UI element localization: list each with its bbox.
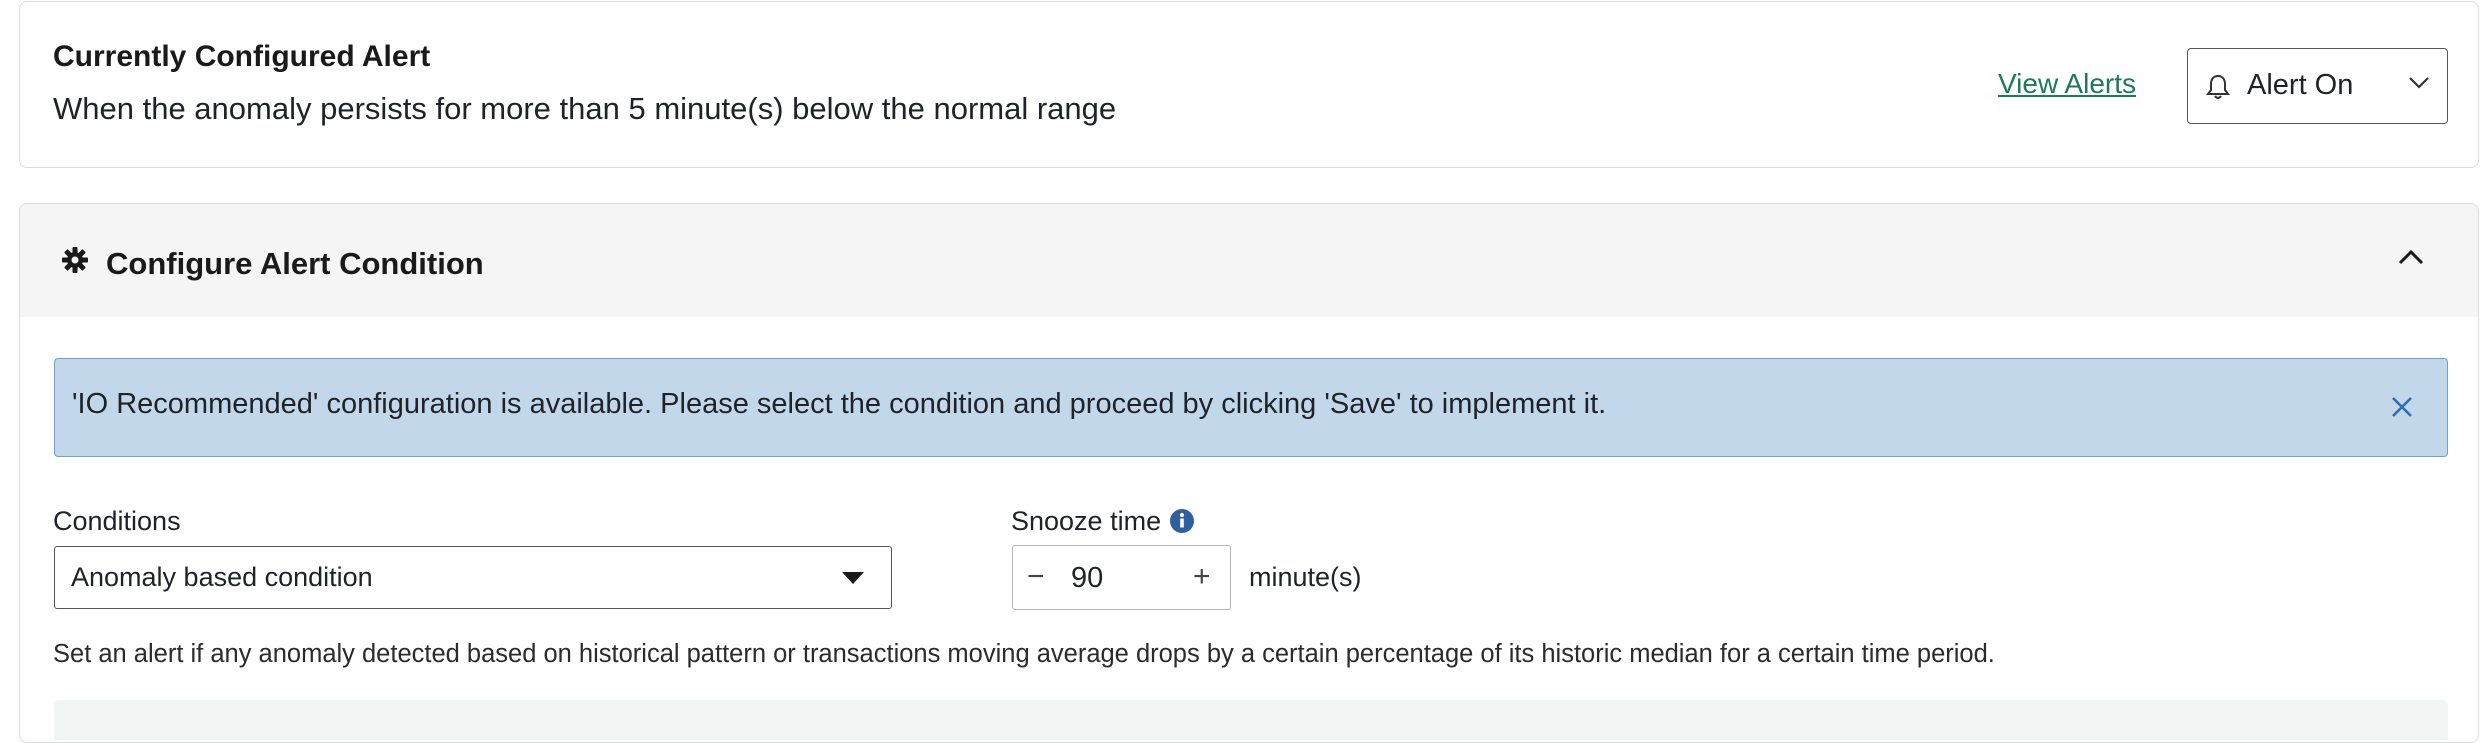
close-icon[interactable] — [2390, 395, 2414, 424]
conditions-selected-value: Anomaly based condition — [71, 562, 373, 592]
bell-icon — [2205, 73, 2231, 106]
recommendation-banner: 'IO Recommended' configuration is availa… — [54, 358, 2448, 457]
current-alert-description: When the anomaly persists for more than … — [53, 91, 1117, 126]
current-alert-title: Currently Configured Alert — [53, 40, 431, 73]
increment-button[interactable]: + — [1193, 560, 1211, 594]
alert-status-value: Alert On — [2247, 69, 2354, 101]
conditions-select[interactable]: Anomaly based condition — [54, 546, 892, 609]
condition-details-panel — [54, 700, 2448, 740]
caret-down-icon — [841, 571, 865, 590]
gear-icon — [61, 246, 89, 279]
chevron-down-icon — [2408, 76, 2430, 95]
alert-status-select[interactable]: Alert On — [2187, 48, 2448, 124]
info-icon[interactable] — [1169, 508, 1195, 539]
decrement-button[interactable]: − — [1027, 560, 1045, 594]
condition-helper-text: Set an alert if any anomaly detected bas… — [53, 640, 1995, 668]
configure-alert-header[interactable]: Configure Alert Condition — [20, 204, 2478, 317]
configure-alert-title: Configure Alert Condition — [106, 246, 484, 281]
chevron-up-icon[interactable] — [2398, 248, 2424, 271]
snooze-time-value[interactable]: 90 — [1071, 562, 1103, 595]
view-alerts-link[interactable]: View Alerts — [1998, 68, 2136, 100]
snooze-time-stepper[interactable]: − 90 + — [1012, 545, 1231, 610]
banner-text: 'IO Recommended' configuration is availa… — [72, 388, 1607, 420]
conditions-label: Conditions — [53, 506, 181, 536]
snooze-time-label: Snooze time — [1011, 506, 1162, 536]
snooze-unit-label: minute(s) — [1249, 562, 1362, 592]
